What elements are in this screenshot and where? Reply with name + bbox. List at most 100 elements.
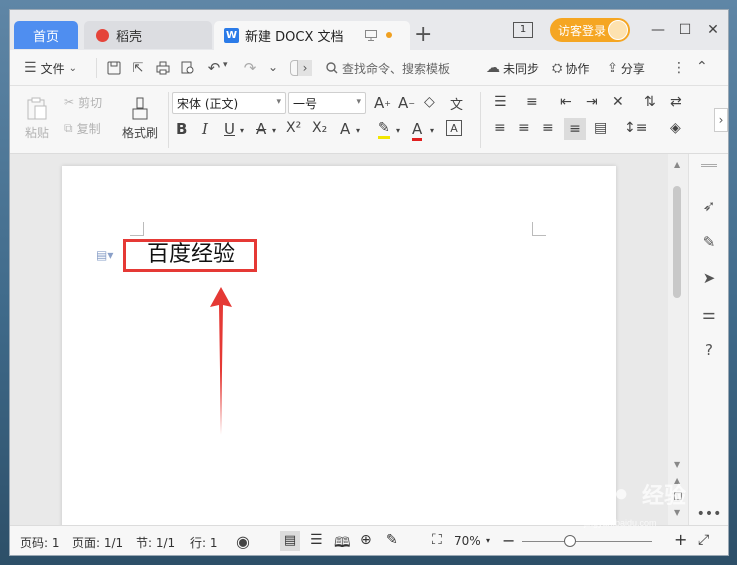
align-left-icon[interactable]: ≡ (494, 120, 506, 136)
settings-sliders-icon[interactable]: ⚌ (699, 304, 719, 324)
zoom-out-button[interactable]: − (502, 531, 515, 550)
increase-indent-icon[interactable]: ⇥ (586, 94, 598, 110)
font-size-select[interactable]: 一号 ▾ (288, 92, 366, 114)
monitor-icon[interactable] (364, 28, 378, 42)
align-right-icon[interactable]: ≡ (542, 120, 554, 136)
save-icon[interactable] (106, 60, 122, 76)
cursor-icon[interactable]: ➤ (699, 268, 719, 288)
paragraph-handle-icon[interactable]: ▤▾ (96, 248, 113, 262)
document-page[interactable]: ▤▾ (62, 166, 616, 555)
page-count[interactable]: 页面: 1/1 (72, 534, 123, 551)
reading-view-icon[interactable]: 🕮 (334, 532, 351, 555)
clear-format-icon[interactable]: ◇ (424, 94, 435, 110)
highlight-icon[interactable]: ✎ (378, 120, 390, 139)
decrease-indent-icon[interactable]: ⇤ (560, 94, 572, 110)
export-icon[interactable]: ⇱ (130, 60, 146, 76)
font-color-dropdown-icon[interactable]: ▾ (430, 126, 434, 135)
tab-daoke[interactable]: 稻壳 (84, 21, 212, 49)
zoom-level[interactable]: 70% (454, 534, 481, 548)
collapse-ribbon-icon[interactable]: ⌃ (696, 59, 708, 75)
pen-icon[interactable]: ✎ (699, 232, 719, 252)
command-search[interactable]: 查找命令、搜索模板 (326, 58, 450, 78)
outline-view-icon[interactable]: ☰ (310, 532, 323, 548)
help-icon[interactable]: ? (699, 340, 719, 360)
font-name-select[interactable]: 宋体 (正文) ▾ (172, 92, 286, 114)
strikethrough-icon[interactable]: A (256, 120, 266, 138)
format-painter-button[interactable]: 格式刷 (118, 92, 162, 146)
vertical-scrollbar[interactable]: ▲ ▼ ▲ ▼ (668, 154, 688, 525)
write-mode-icon[interactable]: ✎ (386, 532, 398, 548)
sort-icon[interactable]: ⇅ (644, 94, 656, 110)
more-options-icon[interactable]: ⋮ (672, 60, 686, 76)
fit-page-icon[interactable]: ⛶ (432, 532, 442, 548)
command-search-placeholder: 查找命令、搜索模板 (342, 61, 451, 76)
strike-dropdown-icon[interactable]: ▾ (272, 126, 276, 135)
page-view-icon[interactable]: ▤ (280, 531, 300, 551)
scroll-up-icon[interactable]: ▲ (674, 160, 680, 169)
char-border-icon[interactable]: A (446, 120, 462, 136)
visitor-login-button[interactable]: 访客登录 (550, 18, 630, 42)
font-color-icon[interactable]: A (412, 120, 423, 141)
subscript-icon[interactable]: X₂ (312, 120, 327, 136)
highlight-dropdown-icon[interactable]: ▾ (396, 126, 400, 135)
more-dropdown-icon[interactable]: ⌄ (268, 60, 278, 74)
underline-dropdown-icon[interactable]: ▾ (240, 126, 244, 135)
share-button[interactable]: ⇪ 分享 (607, 58, 645, 78)
ribbon-scroll-right-icon[interactable]: › (714, 108, 728, 132)
line-indicator[interactable]: 行: 1 (190, 534, 218, 551)
sync-status[interactable]: ☁ 未同步 (486, 58, 539, 78)
bullet-list-icon[interactable]: ☰ (494, 94, 507, 110)
line-spacing-icon[interactable]: ↕≡ (624, 120, 647, 136)
chevron-right-icon[interactable]: › (298, 60, 312, 76)
scrollbar-thumb[interactable] (673, 186, 681, 298)
eye-protect-icon[interactable]: ◉ (236, 532, 250, 551)
scroll-down-icon[interactable]: ▼ (674, 460, 680, 469)
section-indicator[interactable]: 节: 1/1 (136, 534, 175, 551)
redo-icon[interactable]: ↷ (242, 59, 258, 77)
divider (480, 92, 481, 148)
superscript-icon[interactable]: X² (286, 120, 301, 136)
tab-home[interactable]: 首页 (14, 21, 78, 49)
copy-button[interactable]: ⧉ 复制 (64, 118, 101, 138)
shrink-font-icon[interactable]: A − (398, 94, 415, 112)
pinyin-icon[interactable]: 文 (450, 94, 463, 113)
undo-icon[interactable]: ↶ (206, 59, 222, 77)
file-menu[interactable]: ☰ 文件 ⌄ (24, 58, 77, 78)
distribute-icon[interactable]: ▤ (594, 120, 607, 136)
scroll-left-icon[interactable] (290, 60, 298, 76)
watermark-brand: Bai (566, 478, 607, 508)
window-count-badge[interactable]: 1 (513, 22, 533, 38)
page-number[interactable]: 页码: 1 (20, 534, 60, 551)
tab-document[interactable]: W 新建 DOCX 文档 (214, 21, 410, 50)
underline-icon[interactable]: U (224, 120, 235, 138)
grow-font-icon[interactable]: A + (374, 94, 391, 112)
hamburger-icon: ☰ (24, 60, 37, 76)
close-button[interactable]: ✕ (702, 20, 724, 40)
numbered-list-icon[interactable]: ≡ (526, 94, 538, 110)
undo-dropdown-icon[interactable]: ▾ (223, 60, 228, 70)
new-tab-button[interactable]: + (414, 22, 432, 48)
italic-icon[interactable]: I (202, 120, 208, 138)
watermark-url: jingyan.baidu.com (584, 518, 657, 528)
show-marks-icon[interactable]: ⇄ (670, 94, 682, 110)
font-name-value: 宋体 (正文) (177, 96, 239, 111)
font-size-value: 一号 (293, 96, 318, 111)
web-view-icon[interactable]: ⊕ (360, 532, 372, 548)
print-icon[interactable] (155, 60, 171, 76)
zoom-dropdown-icon[interactable]: ▾ (486, 536, 490, 545)
chinese-layout-icon[interactable]: ✕ (612, 94, 624, 110)
paste-button[interactable]: 粘贴 (22, 92, 52, 146)
justify-icon[interactable]: ≡ (564, 118, 586, 140)
print-preview-icon[interactable] (180, 60, 196, 76)
maximize-button[interactable]: ☐ (674, 20, 696, 40)
text-effect-dropdown-icon[interactable]: ▾ (356, 126, 360, 135)
cut-button[interactable]: ✂ 剪切 (64, 92, 102, 112)
bold-icon[interactable]: B (176, 120, 187, 138)
text-effect-icon[interactable]: A (340, 120, 350, 138)
minimize-button[interactable]: — (647, 20, 669, 40)
shading-icon[interactable]: ◈ (670, 120, 681, 136)
cloud-icon: ☁ (486, 60, 500, 76)
align-center-icon[interactable]: ≡ (518, 120, 530, 136)
rocket-icon[interactable]: ➶ (699, 196, 719, 216)
collab-button[interactable]: ⛭ 协作 (552, 58, 589, 78)
